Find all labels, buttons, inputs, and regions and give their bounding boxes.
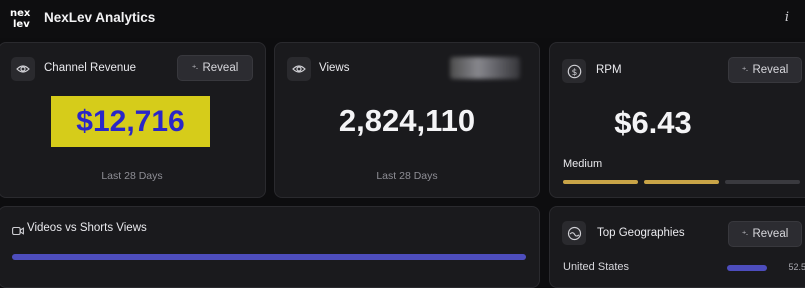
reveal-label: Reveal	[202, 62, 239, 74]
rpm-level-segment	[563, 180, 638, 184]
top-geographies-title: Top Geographies	[597, 227, 685, 239]
rpm-level-segment	[644, 180, 719, 184]
eye-icon	[11, 57, 35, 81]
videos-share-fill	[12, 254, 526, 260]
svg-text:lev: lev	[13, 19, 30, 30]
geo-row: United States 52.5%	[563, 261, 805, 275]
views-period: Last 28 Days	[376, 170, 438, 182]
channel-revenue-reveal-button[interactable]: ⁺· Reveal	[177, 55, 253, 81]
sparkle-icon: ⁺·	[741, 64, 749, 75]
top-geographies-reveal-button[interactable]: ⁺· Reveal	[728, 221, 802, 247]
top-bar: nex lev NexLev Analytics i	[0, 0, 805, 38]
channel-revenue-period: Last 28 Days	[101, 170, 163, 182]
app-title: NexLev Analytics	[44, 10, 156, 25]
channel-revenue-title: Channel Revenue	[44, 62, 137, 74]
views-card: Views 2,824,110 Last 28 Days	[274, 42, 540, 198]
channel-revenue-card: Channel Revenue ⁺· Reveal $12,716 Last 2…	[0, 42, 266, 198]
blurred-element	[450, 57, 520, 79]
videos-vs-shorts-title: Videos vs Shorts Views	[27, 222, 147, 234]
globe-icon	[562, 221, 586, 245]
rpm-level-label: Medium	[563, 158, 603, 170]
svg-text:$: $	[571, 68, 577, 78]
rpm-card: $ RPM ⁺· Reveal $6.43 Medium	[549, 42, 805, 198]
nexlev-logo: nex lev	[10, 6, 36, 30]
reveal-label: Reveal	[752, 64, 789, 76]
views-title: Views	[319, 62, 350, 74]
sparkle-icon: ⁺·	[741, 228, 749, 239]
geo-percent: 52.5%	[788, 262, 805, 272]
views-value: 2,824,110	[338, 103, 476, 138]
revenue-highlight: $12,716	[51, 96, 210, 147]
svg-text:nex: nex	[10, 8, 31, 19]
info-icon[interactable]: i	[779, 10, 795, 26]
geo-share-fill	[727, 265, 767, 271]
reveal-label: Reveal	[752, 228, 789, 240]
sparkle-icon: ⁺·	[191, 62, 199, 73]
videos-vs-shorts-bar	[12, 254, 526, 260]
rpm-level-segment	[725, 180, 800, 184]
rpm-title: RPM	[596, 64, 622, 76]
top-geographies-card: Top Geographies ⁺· Reveal United States …	[549, 206, 805, 288]
video-camera-icon	[12, 223, 24, 241]
channel-revenue-value: $12,716	[76, 104, 185, 138]
rpm-value: $6.43	[614, 105, 692, 140]
eye-icon	[287, 57, 311, 81]
rpm-reveal-button[interactable]: ⁺· Reveal	[728, 57, 802, 83]
geo-share-bar	[727, 265, 767, 271]
videos-vs-shorts-card: Videos vs Shorts Views	[0, 206, 540, 288]
geo-country: United States	[563, 261, 630, 273]
dollar-circle-icon: $	[562, 59, 586, 83]
